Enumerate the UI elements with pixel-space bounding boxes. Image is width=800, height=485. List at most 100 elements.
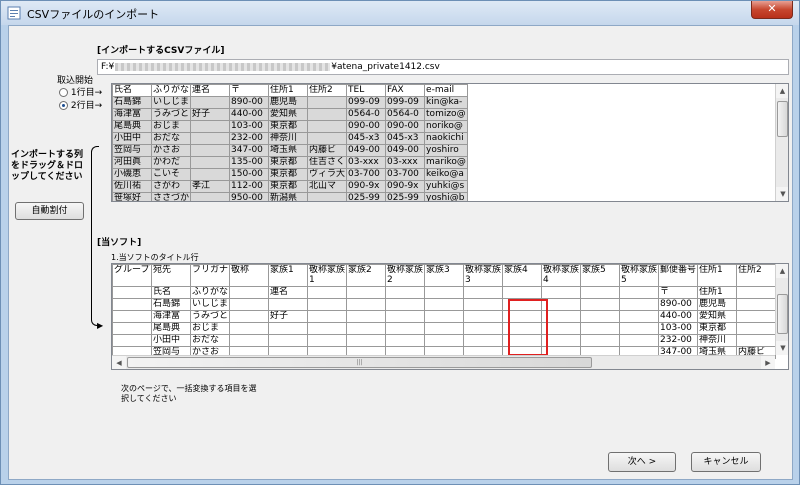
soft-cell — [424, 334, 465, 347]
csv-preview-grid[interactable]: 氏名 ふりがな 連名〒住所1 住所2 TEL FAX e-mail 石島錦 いしじま 890-00… — [111, 83, 789, 202]
soft-cell — [307, 298, 348, 311]
csv-column-header: 住所1 — [268, 84, 309, 97]
csv-cell — [190, 132, 231, 145]
csv-cell: 099-09 — [346, 96, 387, 109]
csv-cell: 025-99 — [385, 192, 426, 201]
soft-cell: 神奈川 — [697, 334, 738, 347]
mapping-drop-cell[interactable] — [580, 286, 621, 299]
close-button[interactable]: ✕ — [751, 1, 793, 19]
import-section-title: [インポートするCSVファイル] — [97, 46, 225, 56]
title-bar: CSVファイルのインポート ✕ — [1, 1, 799, 25]
soft-cell: おだな — [189, 334, 231, 347]
soft-cell: 石島錦 — [151, 298, 191, 311]
soft-cell — [229, 322, 270, 335]
soft-vertical-scrollbar[interactable]: ▲ ▼ — [775, 264, 788, 355]
mapping-drop-cell[interactable]: 氏名 — [151, 286, 191, 299]
csv-cell: うみづと — [150, 108, 192, 121]
redacted-path — [115, 62, 331, 71]
mapping-drop-cell[interactable] — [385, 286, 426, 299]
csv-cell — [190, 120, 231, 133]
csv-cell: おじま — [150, 120, 192, 133]
csv-cell: 049-00 — [346, 144, 387, 157]
csv-cell: tomizo@ — [424, 108, 468, 121]
mapping-drop-cell[interactable] — [502, 286, 543, 299]
csv-column-header: ふりがな — [150, 84, 192, 97]
csv-cell: 好子 — [190, 108, 231, 121]
mapping-drop-cell[interactable] — [112, 286, 152, 299]
csv-cell: 尾島典 — [112, 120, 152, 133]
start-row-option-1[interactable]: 1行目→ — [59, 85, 102, 98]
mapping-drop-cell[interactable]: ふりがな — [189, 286, 231, 299]
soft-cell — [736, 310, 777, 323]
soft-horizontal-scrollbar[interactable]: ◀ ||| ▶ — [112, 355, 775, 369]
mapping-drop-cell[interactable] — [424, 286, 465, 299]
file-path-field[interactable]: F:¥ ¥atena_private1412.csv — [97, 59, 789, 75]
csv-cell: 埼玉県 — [268, 144, 309, 157]
csv-cell: 135-00 — [229, 156, 270, 169]
csv-row: 河田眞 かわだ 135-00 東京都 住吉さく 03-xxx 03-xxx mariko@ — [112, 156, 468, 169]
csv-cell: yoshiro — [424, 144, 468, 157]
soft-cell — [229, 334, 270, 347]
soft-column-header: 家族3 — [424, 264, 465, 287]
mapping-drop-cell[interactable] — [346, 286, 387, 299]
scroll-down-icon[interactable]: ▼ — [776, 187, 788, 201]
csv-cell: 025-99 — [346, 192, 387, 201]
soft-cell — [268, 322, 309, 335]
soft-column-header: 宛先 — [151, 264, 191, 287]
csv-cell: keiko@a — [424, 168, 468, 181]
soft-column-header: 敬称家族2 — [385, 264, 426, 287]
soft-cell — [112, 322, 152, 335]
csv-cell: 045-x3 — [385, 132, 426, 145]
scroll-up-icon[interactable]: ▲ — [776, 84, 788, 98]
soft-hscroll-thumb[interactable]: ||| — [127, 357, 592, 368]
soft-cell: 愛知県 — [697, 310, 738, 323]
scroll-left-icon[interactable]: ◀ — [112, 356, 126, 369]
csv-cell: 東京都 — [268, 156, 309, 169]
csv-vertical-scrollbar[interactable]: ▲ ▼ — [775, 84, 788, 201]
soft-scroll-thumb[interactable] — [777, 294, 788, 334]
mapping-drop-cell[interactable] — [541, 286, 582, 299]
mapping-drop-cell[interactable]: 住所1 — [697, 286, 738, 299]
csv-header-row[interactable]: 氏名 ふりがな 連名〒住所1 住所2 TEL FAX e-mail — [112, 84, 468, 97]
drag-connector-arrow: ▶ — [97, 321, 104, 330]
mapping-drop-cell[interactable]: 〒 — [658, 286, 699, 299]
csv-cell — [190, 192, 231, 201]
radio-row1[interactable] — [59, 88, 68, 97]
soft-cell: 東京都 — [697, 322, 738, 335]
mapping-drop-cell[interactable] — [463, 286, 504, 299]
csv-cell: いしじま — [150, 96, 192, 109]
soft-mapping-row[interactable]: 氏名 ふりがな 連名 〒住所1 — [112, 286, 777, 299]
csv-cell: 住吉さく — [307, 156, 348, 169]
soft-scroll-down-icon[interactable]: ▼ — [776, 341, 788, 355]
csv-scroll-thumb[interactable] — [777, 101, 788, 137]
mapping-drop-cell[interactable] — [736, 286, 777, 299]
start-row-option-2[interactable]: 2行目→ — [59, 98, 102, 111]
csv-cell — [307, 96, 348, 109]
mapping-drop-cell[interactable] — [229, 286, 270, 299]
soft-row: 海津富 うみづと 好子 440-00 愛知県 — [112, 310, 777, 323]
csv-row: 佐川祐 さがわ 孝江 112-00 東京都 北山マ 090-9x 090-9x yuhki@s — [112, 180, 468, 193]
csv-cell: 090-9x — [385, 180, 426, 193]
soft-cell — [424, 298, 465, 311]
csv-row: 尾島典 おじま 103-00 東京都 090-00 090-00 noriko@ — [112, 120, 468, 133]
csv-cell: naokichi — [424, 132, 468, 145]
soft-cell — [424, 310, 465, 323]
mapping-drop-cell[interactable] — [307, 286, 348, 299]
radio-row1-label: 1行目→ — [70, 88, 103, 98]
scroll-right-icon[interactable]: ▶ — [761, 356, 775, 369]
soft-scroll-up-icon[interactable]: ▲ — [776, 264, 788, 278]
mapping-drop-cell[interactable]: 連名 — [268, 286, 309, 299]
soft-column-header: 敬称家族5 — [619, 264, 660, 287]
cancel-button[interactable]: キャンセル — [691, 452, 761, 472]
radio-row2[interactable] — [59, 101, 68, 110]
csv-cell: 440-00 — [229, 108, 270, 121]
soft-cell — [346, 322, 387, 335]
next-button[interactable]: 次へ > — [608, 452, 676, 472]
csv-cell: 045-x3 — [346, 132, 387, 145]
soft-mapping-grid[interactable]: グループ 宛先 フリガナ 敬称 家族1 敬称家族1 家族2 敬称家族2 家族3 敬称家族3 家族4 敬… — [111, 263, 789, 370]
auto-assign-button[interactable]: 自動割付 — [15, 202, 84, 220]
soft-column-header: 家族2 — [346, 264, 387, 287]
csv-cell — [190, 156, 231, 169]
csv-cell: 0564-0 — [385, 108, 426, 121]
mapping-drop-cell[interactable] — [619, 286, 660, 299]
